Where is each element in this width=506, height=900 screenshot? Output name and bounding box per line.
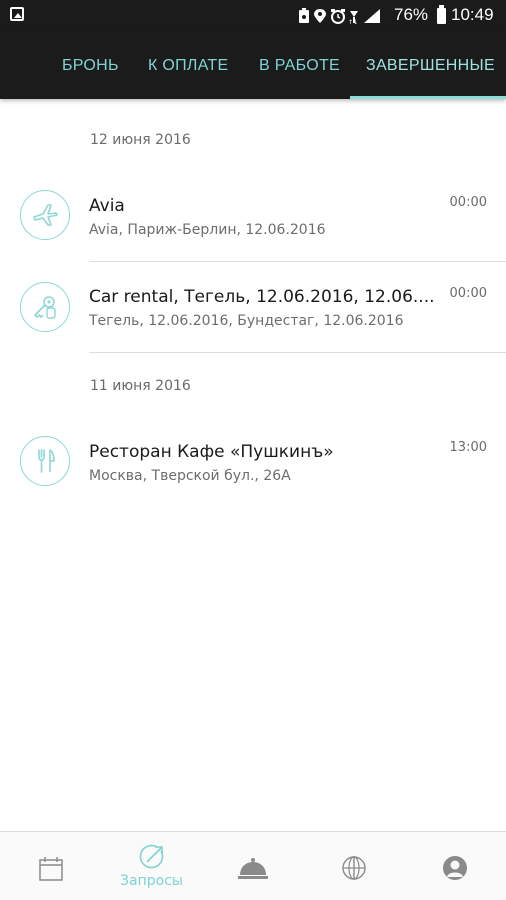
profile-icon: [442, 856, 467, 880]
item-title: Ресторан Кафе «Пушкинъ»: [89, 442, 334, 462]
nav-globe[interactable]: [303, 832, 404, 900]
tab-booking[interactable]: БРОНЬ: [62, 57, 119, 75]
divider: [89, 352, 506, 353]
airplane-icon: [20, 190, 70, 240]
fork-knife-icon: [20, 436, 70, 486]
list-item-restaurant[interactable]: Ресторан Кафе «Пушкинъ» Москва, Тверской…: [0, 416, 506, 506]
nav-profile[interactable]: [404, 832, 505, 900]
nav-label-requests: Запросы: [120, 873, 183, 889]
active-tab-indicator: [350, 96, 506, 99]
item-time: 13:00: [449, 440, 487, 455]
nav-concierge[interactable]: [202, 832, 303, 900]
clock: 10:49: [451, 5, 494, 24]
item-title: Avia: [89, 196, 125, 216]
requests-icon: [139, 844, 163, 869]
item-time: 00:00: [449, 286, 487, 301]
globe-icon: [341, 856, 366, 880]
car-key-icon: [20, 282, 70, 332]
service-bell-icon: [237, 858, 268, 879]
tab-to-pay[interactable]: К ОПЛАТЕ: [148, 57, 228, 75]
nav-calendar[interactable]: [0, 832, 101, 900]
nav-requests[interactable]: Запросы: [101, 832, 202, 900]
item-subtitle: Avia, Париж-Берлин, 12.06.2016: [89, 222, 326, 238]
tab-bar: БРОНЬ К ОПЛАТЕ В РАБОТЕ ЗАВЕРШЕННЫЕ: [0, 33, 506, 99]
svg-text:↑↓: ↑↓: [348, 19, 358, 25]
date-header: 11 июня 2016: [90, 378, 191, 394]
item-subtitle: Москва, Тверской бул., 26А: [89, 468, 291, 484]
item-subtitle: Тегель, 12.06.2016, Бундестаг, 12.06.201…: [89, 313, 404, 329]
battery-icon: [437, 5, 446, 24]
tab-completed[interactable]: ЗАВЕРШЕННЫЕ: [366, 57, 495, 75]
battery-percent: 76%: [394, 5, 429, 24]
gallery-icon: [10, 7, 24, 21]
item-title: Car rental, Тегель, 12.06.2016, 12.06...…: [89, 287, 434, 307]
status-icons: ↑↓: [299, 8, 380, 25]
bottom-nav: Запросы: [0, 831, 506, 900]
date-header: 12 июня 2016: [90, 132, 191, 148]
tab-in-progress[interactable]: В РАБОТЕ: [259, 57, 340, 75]
status-bar: ↑↓ 76% 10:49: [0, 0, 506, 33]
calendar-icon: [38, 857, 63, 881]
item-time: 00:00: [449, 195, 487, 210]
list-item-car-rental[interactable]: Car rental, Тегель, 12.06.2016, 12.06...…: [0, 262, 506, 352]
list-item-avia[interactable]: Avia Avia, Париж-Берлин, 12.06.2016 00:0…: [0, 170, 506, 260]
